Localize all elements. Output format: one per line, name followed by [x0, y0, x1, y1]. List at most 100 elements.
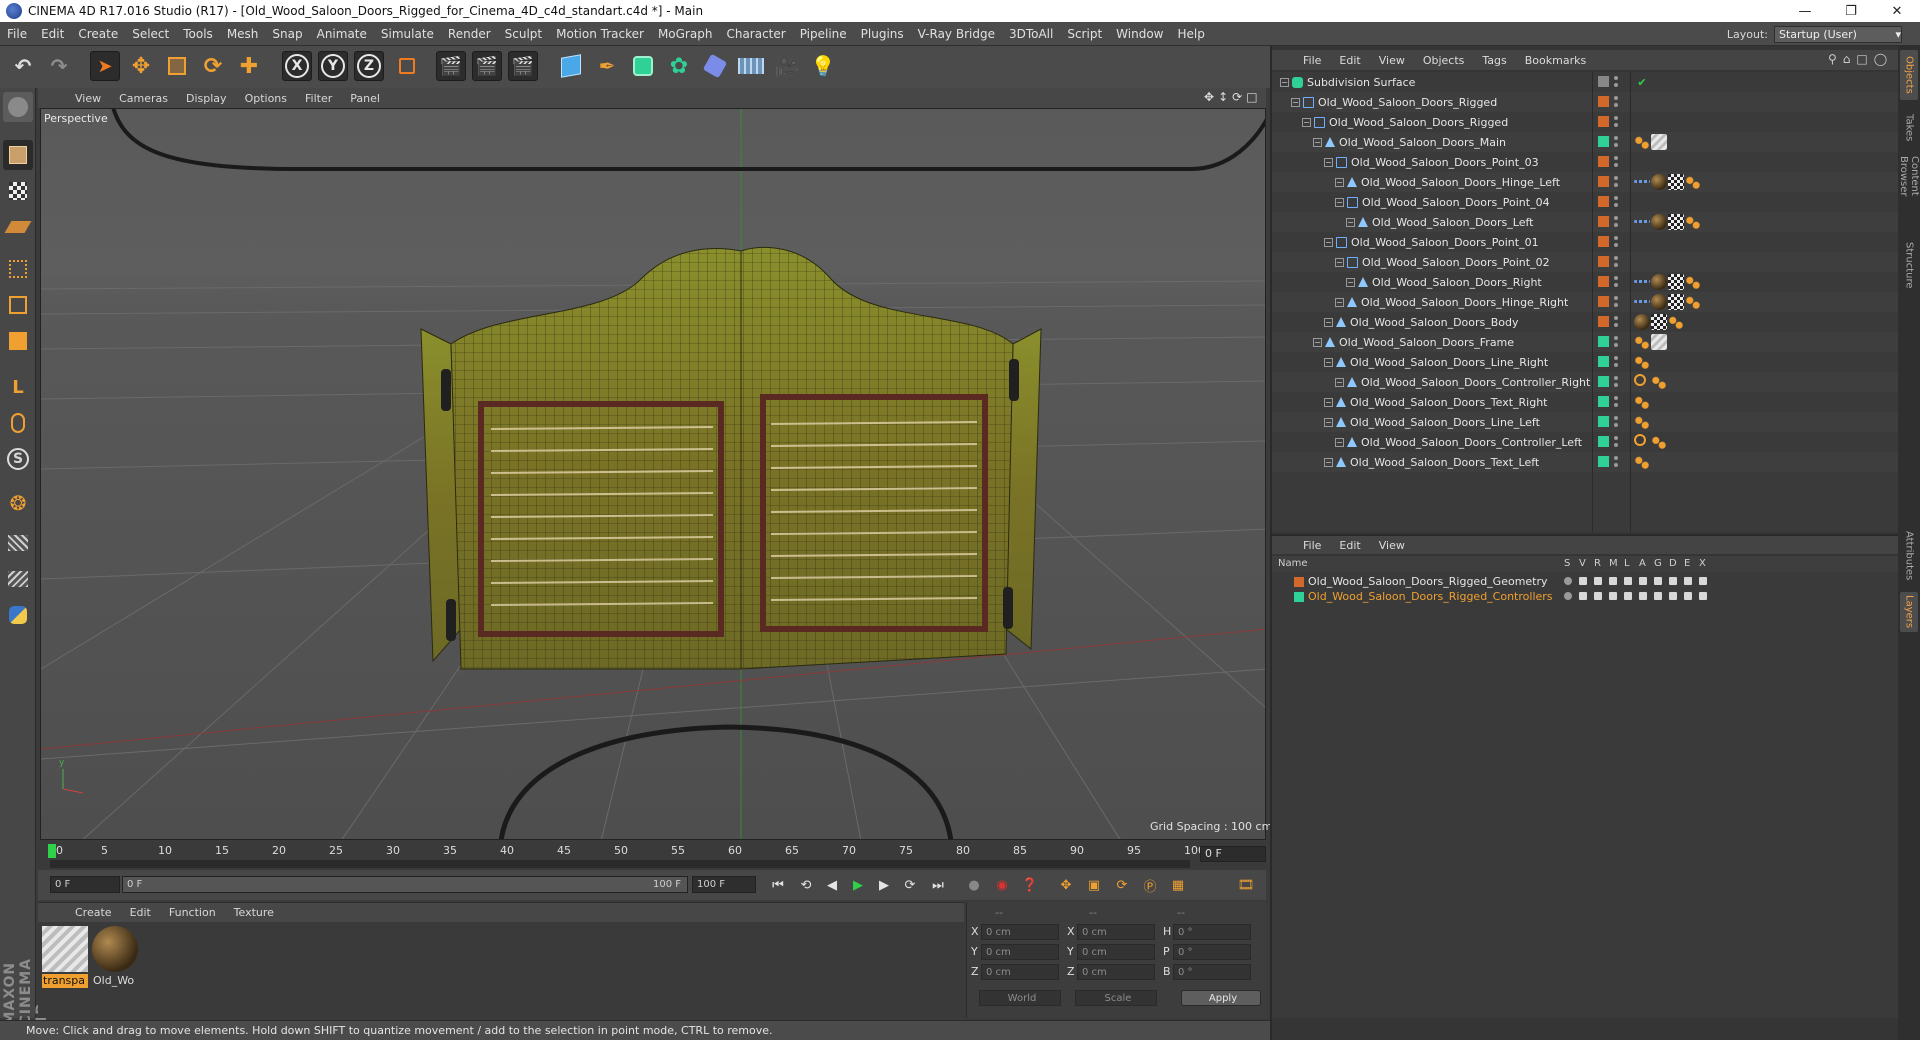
visibility-dots-icon[interactable]	[1614, 316, 1618, 327]
layer-menu-edit[interactable]: Edit	[1330, 539, 1369, 552]
axis-mode-button[interactable]: L	[3, 372, 33, 402]
expand-toggle-icon[interactable]: −	[1324, 457, 1333, 467]
record-keys-button[interactable]: ●	[962, 874, 986, 896]
layer-color-swatch[interactable]	[1598, 416, 1609, 427]
object-row[interactable]: − Old_Wood_Saloon_Doors_Line_Left	[1272, 412, 1898, 432]
menu-help[interactable]: Help	[1170, 27, 1211, 41]
layer-name[interactable]: Old_Wood_Saloon_Doors_Rigged_Controllers	[1308, 590, 1553, 603]
layer-color-swatch[interactable]	[1598, 276, 1609, 287]
layer-flag-icon[interactable]	[1579, 577, 1587, 585]
layer-color-swatch[interactable]	[1598, 96, 1609, 107]
coord-value-field[interactable]: 0 cm	[1077, 944, 1155, 960]
maximize-button[interactable]: ❐	[1828, 0, 1874, 22]
layer-flag-icon[interactable]	[1579, 592, 1587, 600]
object-row[interactable]: − Old_Wood_Saloon_Doors_Left	[1272, 212, 1898, 232]
go-to-end-button[interactable]: ⏭	[926, 874, 950, 896]
layer-name[interactable]: Old_Wood_Saloon_Doors_Rigged_Geometry	[1308, 575, 1548, 588]
mat-wood-tag-icon[interactable]	[1651, 294, 1667, 310]
layer-flag-icon[interactable]	[1594, 592, 1602, 600]
object-row[interactable]: − Old_Wood_Saloon_Doors_Line_Right	[1272, 352, 1898, 372]
object-row[interactable]: − Old_Wood_Saloon_Doors_Text_Left	[1272, 452, 1898, 472]
layer-color-swatch[interactable]	[1598, 116, 1609, 127]
cube-button[interactable]	[556, 51, 586, 81]
layer-flag-icon[interactable]	[1654, 592, 1662, 600]
z-axis-button[interactable]: Z	[354, 51, 384, 81]
coord-value-field[interactable]: 0 °	[1173, 944, 1251, 960]
side-tab-layers[interactable]: Layers	[1900, 592, 1918, 632]
apply-button[interactable]: Apply	[1181, 990, 1261, 1006]
points-mode-button[interactable]	[3, 254, 33, 284]
current-frame-field[interactable]: 0 F	[50, 876, 120, 893]
expand-toggle-icon[interactable]: −	[1346, 217, 1355, 227]
pen-spline-button[interactable]: ✒	[592, 51, 622, 81]
layer-color-swatch[interactable]	[1598, 396, 1609, 407]
pan-icon[interactable]: ✥	[1204, 90, 1214, 106]
checker-tag-icon[interactable]	[1651, 314, 1667, 330]
layer-flag-icon[interactable]	[1594, 577, 1602, 585]
light-button[interactable]: 💡	[808, 51, 838, 81]
layer-flag-icon[interactable]	[1624, 592, 1632, 600]
orbit-icon[interactable]: ⟳	[1232, 90, 1242, 106]
redo-button[interactable]: ↷	[44, 51, 74, 81]
menu-file[interactable]: File	[0, 27, 34, 41]
coord-value-field[interactable]: 0 cm	[981, 964, 1059, 980]
coord-value-field[interactable]: 0 cm	[1077, 924, 1155, 940]
ik-tag-icon[interactable]	[1685, 174, 1701, 190]
side-tab-takes[interactable]: Takes	[1900, 104, 1918, 152]
key-parameter-button[interactable]: Ⓟ	[1138, 874, 1162, 896]
mat-trans-tag-icon[interactable]	[1651, 334, 1667, 350]
menu-create[interactable]: Create	[71, 27, 125, 41]
menu-window[interactable]: Window	[1109, 27, 1170, 41]
cloner-button[interactable]: ✿	[664, 51, 694, 81]
expand-toggle-icon[interactable]: −	[1335, 297, 1344, 307]
checker-tag-icon[interactable]	[1668, 174, 1684, 190]
expand-icon[interactable]: ◯	[1874, 52, 1887, 68]
menu-select[interactable]: Select	[125, 27, 176, 41]
expand-toggle-icon[interactable]: −	[1324, 357, 1333, 367]
ik-tag-icon[interactable]	[1634, 394, 1650, 410]
side-tab-structure[interactable]: Structure	[1900, 238, 1918, 292]
object-menu-edit[interactable]: Edit	[1330, 54, 1369, 67]
menu-tools[interactable]: Tools	[176, 27, 220, 41]
layer-flag-icon[interactable]	[1669, 577, 1677, 585]
expr-tag-icon[interactable]	[1634, 300, 1650, 303]
ik-tag-icon[interactable]	[1634, 134, 1650, 150]
layer-row[interactable]: Old_Wood_Saloon_Doors_Rigged_Geometry	[1272, 574, 1898, 589]
layer-flag-icon[interactable]	[1684, 592, 1692, 600]
material-menu-function[interactable]: Function	[160, 906, 225, 919]
ik-tag-icon[interactable]	[1685, 274, 1701, 290]
visibility-dots-icon[interactable]	[1614, 136, 1618, 147]
coordinate-system-button[interactable]	[392, 51, 422, 81]
visibility-dots-icon[interactable]	[1614, 216, 1618, 227]
mat-trans-tag-icon[interactable]	[1651, 134, 1667, 150]
menu-plugins[interactable]: Plugins	[854, 27, 911, 41]
layer-color-swatch[interactable]	[1598, 256, 1609, 267]
viewport-menu-cameras[interactable]: Cameras	[110, 92, 177, 105]
next-key-button[interactable]: ⟳	[898, 874, 922, 896]
select-tool-button[interactable]: ➤	[90, 51, 120, 81]
forbid-tag-icon[interactable]	[1634, 374, 1646, 386]
render-settings-button[interactable]: 🎬	[508, 51, 538, 81]
frame-field[interactable]: 0 F	[1200, 846, 1266, 862]
object-row[interactable]: − Old_Wood_Saloon_Doors_Right	[1272, 272, 1898, 292]
coord-value-field[interactable]: 0 cm	[981, 944, 1059, 960]
expand-toggle-icon[interactable]: −	[1335, 377, 1344, 387]
layer-color-swatch[interactable]	[1598, 456, 1609, 467]
object-row[interactable]: − Old_Wood_Saloon_Doors_Main	[1272, 132, 1898, 152]
ik-tag-icon[interactable]	[1651, 374, 1667, 390]
forbid-tag-icon[interactable]	[1634, 434, 1646, 446]
key-pla-button[interactable]: ▦	[1166, 874, 1190, 896]
viewport-menu-filter[interactable]: Filter	[296, 92, 341, 105]
menu-script[interactable]: Script	[1060, 27, 1109, 41]
object-menu-file[interactable]: File	[1294, 54, 1330, 67]
object-row[interactable]: − Old_Wood_Saloon_Doors_Point_03	[1272, 152, 1898, 172]
layer-list[interactable]: Old_Wood_Saloon_Doors_Rigged_Geometry Old…	[1272, 572, 1898, 1018]
texture-mode-button[interactable]	[3, 176, 33, 206]
menu-simulate[interactable]: Simulate	[374, 27, 441, 41]
minimize-button[interactable]: —	[1782, 0, 1828, 22]
expand-toggle-icon[interactable]: −	[1302, 117, 1311, 127]
tweak-mode-button[interactable]	[3, 408, 33, 438]
coord-value-field[interactable]: 0 cm	[981, 924, 1059, 940]
layer-flag-icon[interactable]	[1669, 592, 1677, 600]
key-scale-button[interactable]: ▣	[1082, 874, 1106, 896]
